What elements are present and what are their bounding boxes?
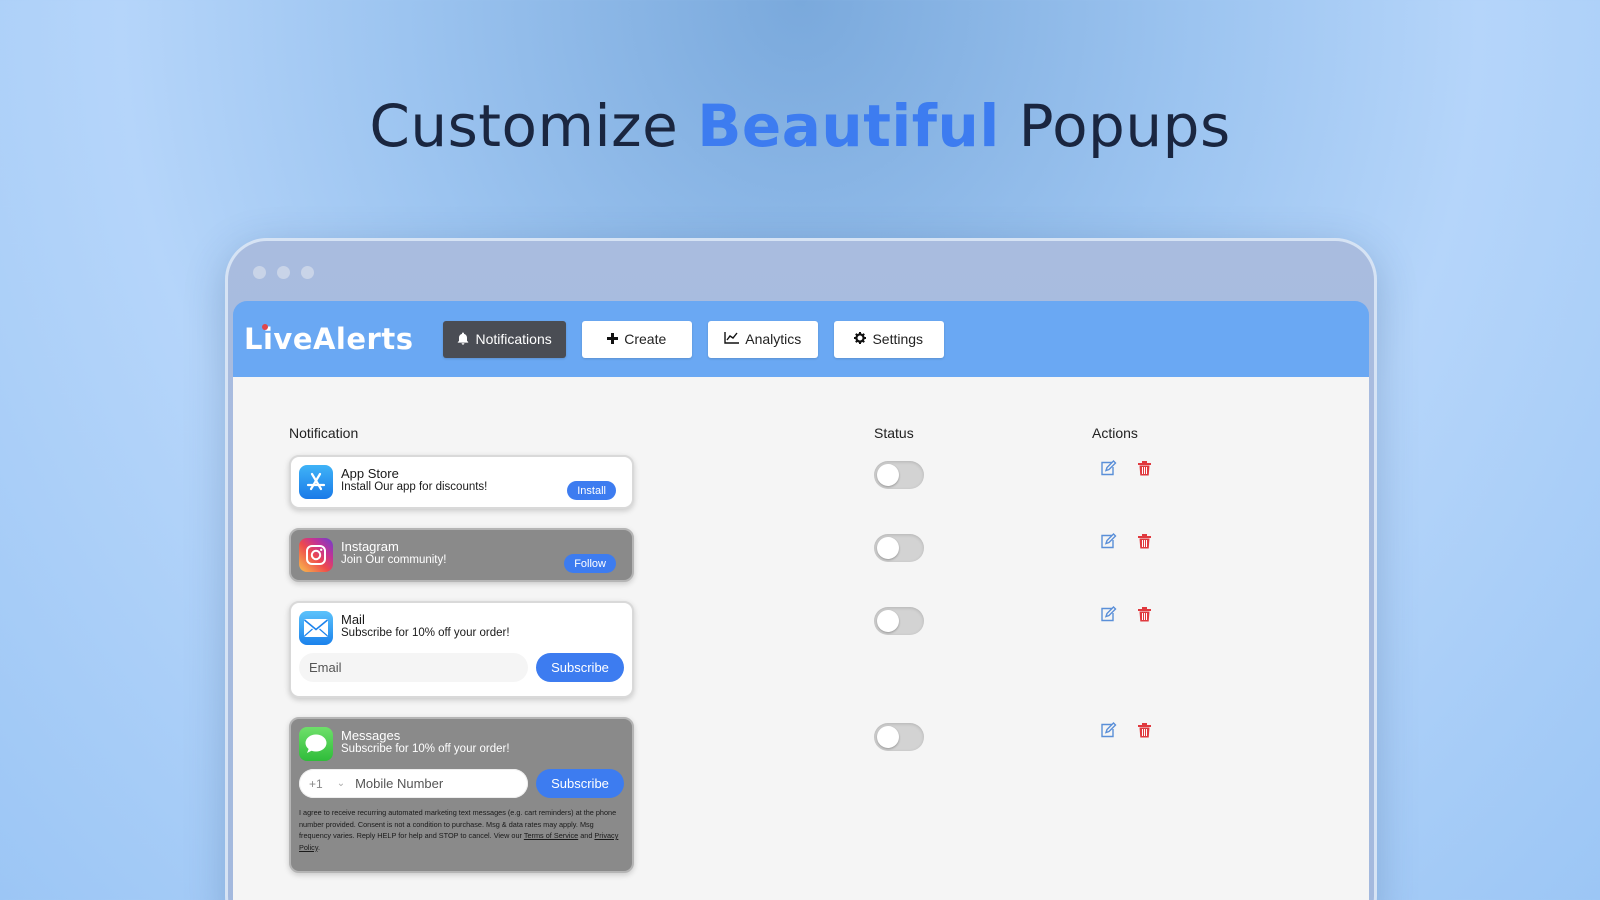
popup-title: App Store [341, 466, 399, 481]
popup-title: Instagram [341, 539, 399, 554]
status-toggle-app-store[interactable] [874, 461, 924, 489]
phone-input[interactable]: +1 ⌄ Mobile Number [299, 769, 528, 798]
headline-part1: Customize [369, 92, 698, 160]
popup-subtitle: Install Our app for discounts! [341, 481, 488, 493]
toggle-knob [877, 464, 899, 486]
subscribe-button[interactable]: Subscribe [536, 653, 624, 682]
email-placeholder: Email [309, 660, 342, 675]
column-header-actions: Actions [1092, 425, 1138, 441]
notifications-table: Notification Status Actions App Store In… [233, 377, 1369, 900]
popup-preview-mail[interactable]: Mail Subscribe for 10% off your order! E… [289, 601, 634, 698]
popup-title: Messages [341, 728, 401, 743]
logo[interactable]: LiveAlerts [244, 322, 413, 356]
nav-create-button[interactable]: Create [581, 320, 692, 358]
chart-line-icon [724, 332, 740, 346]
nav-analytics-button[interactable]: Analytics [707, 320, 818, 358]
headline-accent: Beautiful [697, 92, 1000, 160]
status-toggle-instagram[interactable] [874, 534, 924, 562]
edit-icon[interactable] [1099, 605, 1117, 623]
sms-consent-text: I agree to receive recurring automated m… [299, 807, 624, 853]
follow-button[interactable]: Follow [564, 554, 616, 573]
popup-preview-messages[interactable]: Messages Subscribe for 10% off your orde… [289, 717, 634, 873]
nav-settings-button[interactable]: Settings [833, 320, 944, 358]
country-code-select[interactable]: +1 [309, 777, 323, 791]
column-header-notification: Notification [289, 425, 359, 441]
status-toggle-mail[interactable] [874, 607, 924, 635]
popup-preview-app-store[interactable]: App Store Install Our app for discounts!… [289, 455, 634, 509]
page-headline: Customize Beautiful Popups [0, 92, 1600, 160]
headline-part2: Popups [999, 92, 1231, 160]
sms-signup-row: +1 ⌄ Mobile Number Subscribe [299, 769, 624, 798]
window-maximize-dot[interactable] [301, 266, 314, 279]
plus-icon [607, 332, 619, 346]
email-input[interactable]: Email [299, 653, 528, 682]
trash-icon[interactable] [1135, 605, 1153, 623]
window-close-dot[interactable] [253, 266, 266, 279]
trash-icon[interactable] [1135, 532, 1153, 550]
instagram-icon [299, 538, 333, 572]
popup-preview-instagram[interactable]: Instagram Join Our community! Follow [289, 528, 634, 582]
toggle-knob [877, 610, 899, 632]
install-button[interactable]: Install [567, 481, 616, 500]
popup-subtitle: Subscribe for 10% off your order! [341, 627, 510, 639]
status-toggle-messages[interactable] [874, 723, 924, 751]
nav-settings-label: Settings [872, 331, 924, 347]
messages-icon [299, 727, 333, 761]
toggle-knob [877, 726, 899, 748]
nav-notifications-label: Notifications [475, 331, 552, 347]
phone-placeholder: Mobile Number [355, 776, 444, 791]
gear-icon [854, 332, 867, 346]
app-header: LiveAlerts Notifications Create Analytic… [233, 301, 1369, 377]
logo-dot [262, 324, 268, 330]
popup-title: Mail [341, 612, 365, 627]
popup-subtitle: Join Our community! [341, 554, 447, 566]
terms-of-service-link[interactable]: Terms of Service [524, 831, 578, 840]
edit-icon[interactable] [1099, 459, 1117, 477]
edit-icon[interactable] [1099, 721, 1117, 739]
nav-analytics-label: Analytics [745, 331, 802, 347]
email-signup-row: Email Subscribe [299, 653, 624, 682]
nav-create-label: Create [624, 331, 667, 347]
nav-notifications-button[interactable]: Notifications [443, 320, 566, 358]
popup-subtitle: Subscribe for 10% off your order! [341, 743, 510, 755]
chevron-down-icon: ⌄ [336, 778, 346, 789]
consent-end: . [317, 842, 320, 852]
consent-and: and [578, 831, 595, 840]
window-minimize-dot[interactable] [277, 266, 290, 279]
edit-icon[interactable] [1099, 532, 1117, 550]
trash-icon[interactable] [1135, 721, 1153, 739]
toggle-knob [877, 537, 899, 559]
logo-text: LiveAlerts [244, 322, 414, 356]
app-store-icon [299, 465, 333, 499]
bell-icon [457, 332, 469, 347]
subscribe-button[interactable]: Subscribe [536, 769, 624, 798]
column-header-status: Status [874, 425, 914, 441]
trash-icon[interactable] [1135, 459, 1153, 477]
mail-icon [299, 611, 333, 645]
window-controls [253, 266, 314, 279]
app-window: LiveAlerts Notifications Create Analytic… [225, 238, 1377, 900]
